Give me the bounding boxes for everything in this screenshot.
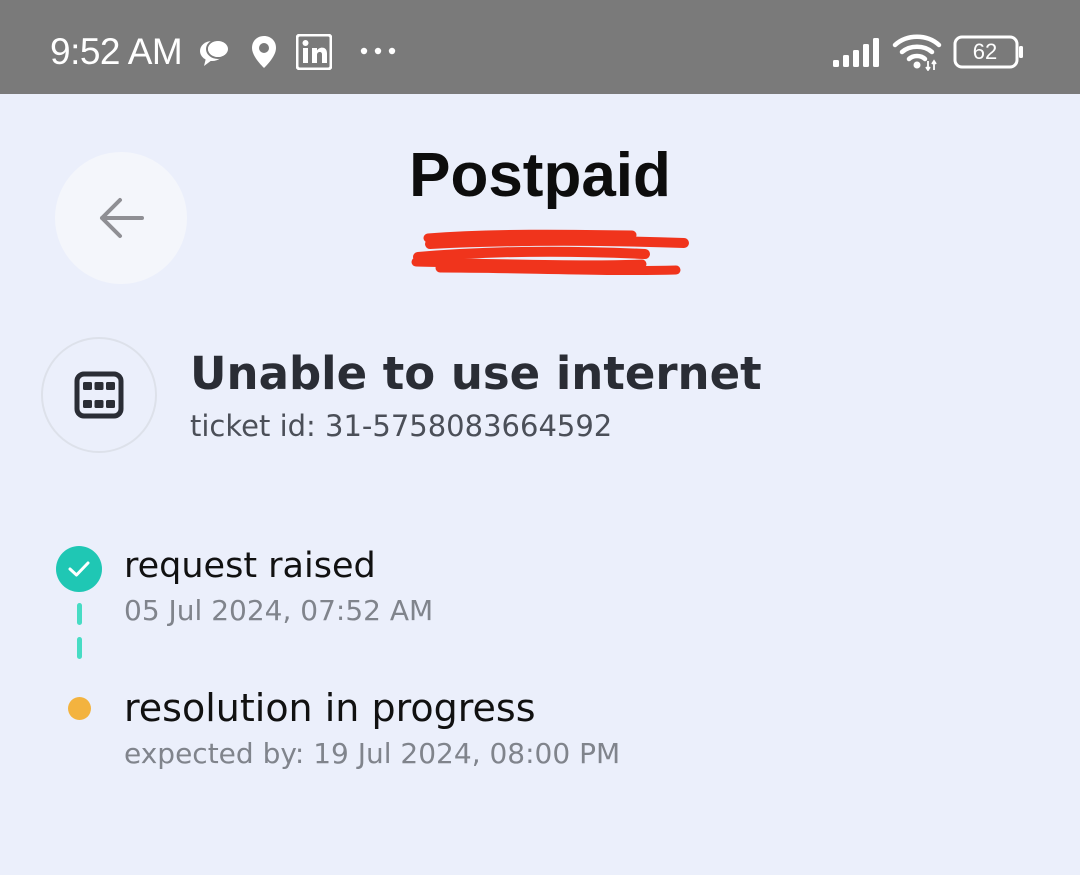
linkedin-icon	[296, 34, 332, 70]
status-bar: 9:52 AM 62	[0, 0, 1080, 94]
sim-card-icon	[74, 371, 124, 419]
pending-dot-icon	[68, 697, 91, 720]
location-icon	[252, 36, 276, 68]
page-title: Postpaid	[409, 141, 671, 210]
sim-icon-circle	[41, 337, 157, 453]
signal-icon	[833, 38, 879, 67]
step-expected-date: expected by: 19 Jul 2024, 08:00 PM	[124, 737, 621, 770]
battery-level: 62	[972, 39, 998, 64]
ticket-id: ticket id: 31-5758083664592	[190, 409, 613, 443]
back-button[interactable]	[55, 152, 187, 284]
step-label: request raised	[124, 546, 376, 586]
checkmark-icon	[56, 546, 102, 592]
timeline-connector	[77, 637, 82, 659]
step-label: resolution in progress	[124, 686, 536, 730]
redaction-scribble	[411, 229, 689, 276]
step-timestamp: 05 Jul 2024, 07:52 AM	[124, 594, 434, 627]
arrow-left-icon	[100, 198, 144, 238]
chat-bubble-icon	[200, 39, 230, 66]
wifi-icon	[892, 34, 942, 71]
ticket-title: Unable to use internet	[190, 347, 762, 400]
timeline-connector	[77, 603, 82, 625]
status-time: 9:52 AM	[50, 31, 183, 72]
more-dots-icon	[360, 47, 396, 55]
